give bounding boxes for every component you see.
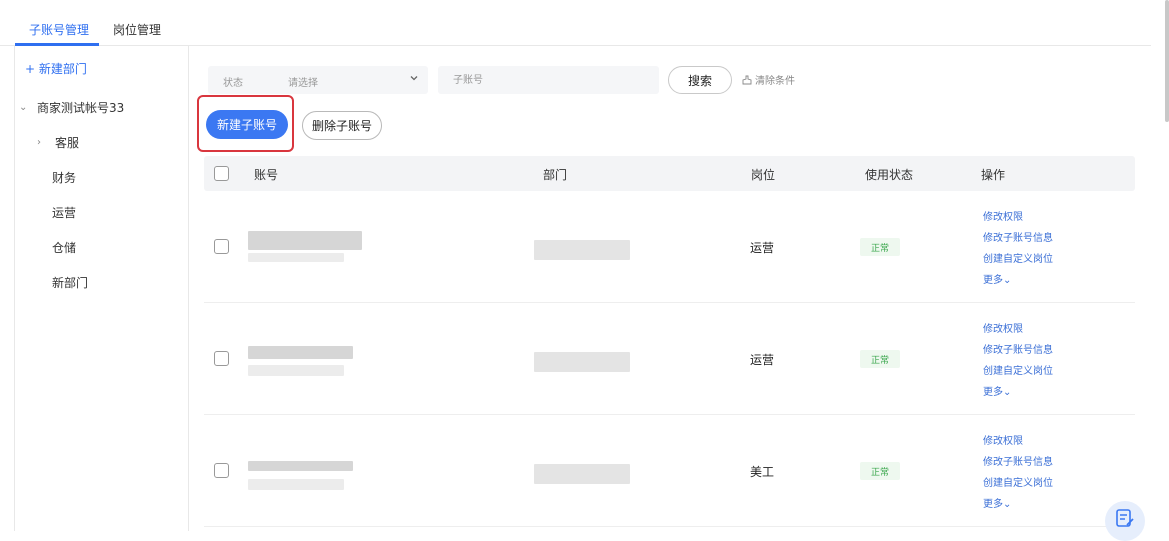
status-select-label: 状态 xyxy=(223,78,243,89)
position-value: 运营 xyxy=(750,241,775,255)
edit-account-info-link[interactable]: 修改子账号信息 xyxy=(983,229,1053,244)
select-all-checkbox[interactable] xyxy=(214,166,229,181)
tree-item-warehouse[interactable]: 仓储 xyxy=(52,239,76,256)
row-checkbox[interactable] xyxy=(214,463,229,478)
main-panel: 状态 请选择 搜索 清除条件 新建子账号 删除子账号 账号 部门 岗位 使用状态… xyxy=(190,46,1151,531)
table-header: 账号 部门 岗位 使用状态 操作 xyxy=(204,156,1135,191)
row-checkbox[interactable] xyxy=(214,351,229,366)
position-value: 美工 xyxy=(750,465,775,479)
floating-edit-button[interactable] xyxy=(1105,501,1145,541)
create-custom-position-link[interactable]: 创建自定义岗位 xyxy=(983,362,1053,377)
broom-icon xyxy=(742,75,752,84)
new-sub-account-button[interactable]: 新建子账号 xyxy=(206,110,288,139)
chevron-down-icon xyxy=(410,76,418,81)
column-header-account: 账号 xyxy=(254,168,279,182)
account-name-redacted xyxy=(248,461,353,471)
tree-item-customer-service[interactable]: › 客服 xyxy=(37,134,79,151)
table-row: 运营 正常 修改权限 修改子账号信息 创建自定义岗位 更多⌄ xyxy=(204,303,1135,415)
table-row: 美工 正常 修改权限 修改子账号信息 创建自定义岗位 更多⌄ xyxy=(204,415,1135,527)
create-custom-position-link[interactable]: 创建自定义岗位 xyxy=(983,250,1053,265)
column-header-operations: 操作 xyxy=(981,168,1006,182)
more-dropdown[interactable]: 更多⌄ xyxy=(983,495,1011,510)
tree-item-label: 运营 xyxy=(52,206,77,220)
chevron-right-icon[interactable]: › xyxy=(37,137,47,148)
more-dropdown[interactable]: 更多⌄ xyxy=(983,271,1011,286)
edit-permissions-link[interactable]: 修改权限 xyxy=(983,432,1023,447)
account-id-redacted xyxy=(248,253,344,262)
create-custom-position-link[interactable]: 创建自定义岗位 xyxy=(983,474,1053,489)
account-id-redacted xyxy=(248,365,344,376)
page-scrollbar-thumb[interactable] xyxy=(1165,0,1169,122)
tree-item-new-department[interactable]: 新部门 xyxy=(52,274,88,291)
tree-item-finance[interactable]: 财务 xyxy=(52,169,76,186)
status-select[interactable]: 状态 请选择 xyxy=(208,66,428,94)
more-dropdown[interactable]: 更多⌄ xyxy=(983,383,1011,398)
table-row: 运营 正常 修改权限 修改子账号信息 创建自定义岗位 更多⌄ xyxy=(204,191,1135,303)
account-name-redacted xyxy=(248,231,362,250)
department-sidebar: + 新建部门 ⌄ 商家测试帐号33 › 客服 财务 运营 仓储 新部门 xyxy=(14,46,189,531)
clear-conditions-button[interactable]: 清除条件 xyxy=(742,72,795,87)
tree-item-label: 财务 xyxy=(52,171,77,185)
delete-sub-account-button[interactable]: 删除子账号 xyxy=(302,111,382,140)
tree-item-operations[interactable]: 运营 xyxy=(52,204,76,221)
status-badge: 正常 xyxy=(860,238,900,256)
status-badge: 正常 xyxy=(860,462,900,480)
column-header-department: 部门 xyxy=(543,168,568,182)
edit-account-info-link[interactable]: 修改子账号信息 xyxy=(983,341,1053,356)
clear-conditions-label: 清除条件 xyxy=(755,76,795,87)
position-value: 运营 xyxy=(750,353,775,367)
tree-item-label: 客服 xyxy=(55,136,80,150)
chevron-down-icon[interactable]: ⌄ xyxy=(19,102,29,113)
tree-item-label: 新部门 xyxy=(52,276,89,290)
search-button[interactable]: 搜索 xyxy=(668,66,732,94)
column-header-position: 岗位 xyxy=(751,168,776,182)
tree-item-label: 仓储 xyxy=(52,241,77,255)
department-redacted xyxy=(534,352,630,372)
edit-note-icon xyxy=(1116,509,1134,527)
edit-permissions-link[interactable]: 修改权限 xyxy=(983,320,1023,335)
tree-root-node[interactable]: ⌄ 商家测试帐号33 xyxy=(19,99,124,116)
new-department-button[interactable]: + 新建部门 xyxy=(25,60,87,77)
edit-account-info-link[interactable]: 修改子账号信息 xyxy=(983,453,1053,468)
department-redacted xyxy=(534,464,630,484)
status-badge: 正常 xyxy=(860,350,900,368)
status-select-placeholder: 请选择 xyxy=(288,78,318,89)
tree-root-label: 商家测试帐号33 xyxy=(37,101,125,115)
row-checkbox[interactable] xyxy=(214,239,229,254)
sub-account-input[interactable] xyxy=(438,66,659,94)
tab-bar: 子账号管理 岗位管理 xyxy=(0,0,1151,46)
account-id-redacted xyxy=(248,479,344,490)
account-name-redacted xyxy=(248,346,353,359)
department-redacted xyxy=(534,240,630,260)
tab-sub-accounts[interactable]: 子账号管理 xyxy=(29,21,89,38)
column-header-status: 使用状态 xyxy=(865,168,914,182)
tab-positions[interactable]: 岗位管理 xyxy=(113,21,161,38)
edit-permissions-link[interactable]: 修改权限 xyxy=(983,208,1023,223)
